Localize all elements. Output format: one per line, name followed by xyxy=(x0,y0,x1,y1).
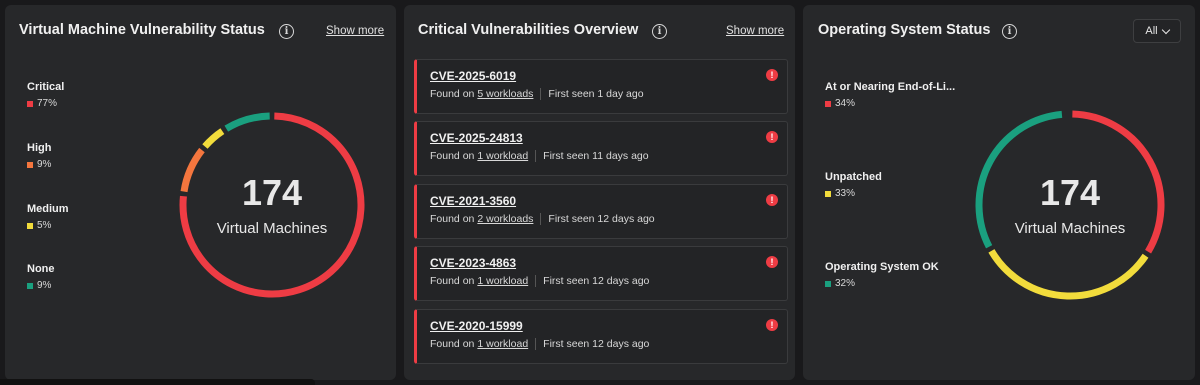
cve-card[interactable]: CVE-2021-3560 Found on 2 workloads First se… xyxy=(414,184,788,239)
workloads-link[interactable]: 1 workload xyxy=(477,275,528,287)
os-count: 174 xyxy=(1039,171,1101,213)
workloads-link[interactable]: 1 workload xyxy=(477,150,528,162)
workloads-link[interactable]: 2 workloads xyxy=(477,213,533,225)
legend-item-high: High 9% xyxy=(27,142,51,170)
legend-name: Critical xyxy=(27,81,65,93)
legend-name: Unpatched xyxy=(825,171,882,183)
found-on-label: Found on xyxy=(430,275,475,287)
cve-show-more-link[interactable]: Show more xyxy=(726,25,784,37)
vm-count-label: Virtual Machines xyxy=(216,219,328,237)
critical-vulnerabilities-panel: Critical Vulnerabilities Overview i Show… xyxy=(404,5,795,380)
vm-panel-title: Virtual Machine Vulnerability Status xyxy=(19,22,265,38)
found-on-label: Found on xyxy=(430,338,475,350)
alert-icon: ! xyxy=(766,131,778,143)
found-on-label: Found on xyxy=(430,213,475,225)
cve-card[interactable]: CVE-2023-4863 Found on 1 workload First see… xyxy=(414,246,788,301)
legend-swatch xyxy=(825,190,831,197)
workloads-link[interactable]: 5 workloads xyxy=(477,88,533,100)
separator xyxy=(535,150,537,162)
cve-card[interactable]: CVE-2020-15999 Found on 1 workload First se… xyxy=(414,309,788,364)
cve-meta: Found on 1 workload First seen 11 days ago xyxy=(430,150,649,162)
cve-id-link[interactable]: CVE-2023-4863 xyxy=(430,256,516,270)
os-donut-chart: 174 Virtual Machines xyxy=(971,106,1169,304)
cve-meta: Found on 5 workloads First seen 1 day ago xyxy=(430,88,644,100)
legend-value: 33% xyxy=(835,188,856,199)
legend-value: 34% xyxy=(835,98,856,109)
first-seen: First seen 12 days ago xyxy=(548,213,655,225)
legend-item-os-ok: Operating System OK 32% xyxy=(825,261,939,289)
cve-id-link[interactable]: CVE-2025-6019 xyxy=(430,69,516,83)
found-on-label: Found on xyxy=(430,150,475,162)
separator xyxy=(540,88,542,100)
vm-vulnerability-panel: Virtual Machine Vulnerability Status i S… xyxy=(5,5,396,380)
info-icon[interactable]: i xyxy=(1002,24,1017,39)
legend-value: 77% xyxy=(37,98,58,109)
cve-meta: Found on 2 workloads First seen 12 days ag… xyxy=(430,213,655,225)
legend-swatch xyxy=(27,161,33,168)
cve-id-link[interactable]: CVE-2025-24813 xyxy=(430,131,523,145)
cve-panel-title: Critical Vulnerabilities Overview xyxy=(418,22,639,38)
workloads-link[interactable]: 1 workload xyxy=(477,338,528,350)
first-seen: First seen 12 days ago xyxy=(543,275,650,287)
first-seen: First seen 12 days ago xyxy=(543,338,650,350)
legend-name: Medium xyxy=(27,203,69,215)
vm-count: 174 xyxy=(241,171,303,213)
legend-value: 9% xyxy=(37,159,52,170)
vm-show-more-link[interactable]: Show more xyxy=(326,25,384,37)
found-on-label: Found on xyxy=(430,88,475,100)
separator xyxy=(540,213,542,225)
os-filter-dropdown[interactable]: All xyxy=(1133,19,1181,43)
info-icon[interactable]: i xyxy=(652,24,667,39)
alert-icon: ! xyxy=(766,256,778,268)
legend-item-unpatched: Unpatched 33% xyxy=(825,171,882,199)
legend-swatch xyxy=(27,282,33,289)
alert-icon: ! xyxy=(766,194,778,206)
cve-meta: Found on 1 workload First seen 12 days ago xyxy=(430,338,649,350)
browser-status-bar xyxy=(0,379,315,385)
vm-donut-chart: 174 Virtual Machines xyxy=(175,108,369,302)
first-seen: First seen 1 day ago xyxy=(548,88,644,100)
separator xyxy=(535,275,537,287)
legend-swatch xyxy=(27,100,33,107)
legend-swatch xyxy=(825,280,831,287)
legend-name: High xyxy=(27,142,52,154)
legend-name: At or Nearing End-of-Li... xyxy=(825,81,956,93)
os-status-panel: Operating System Status i All At or Near… xyxy=(803,5,1195,380)
legend-swatch xyxy=(27,222,33,229)
alert-icon: ! xyxy=(766,319,778,331)
cve-meta: Found on 1 workload First seen 12 days ago xyxy=(430,275,649,287)
legend-value: 5% xyxy=(37,220,52,231)
alert-icon: ! xyxy=(766,69,778,81)
legend-value: 32% xyxy=(835,278,856,289)
cve-id-link[interactable]: CVE-2021-3560 xyxy=(430,194,516,208)
os-count-label: Virtual Machines xyxy=(1014,219,1126,237)
first-seen: First seen 11 days ago xyxy=(543,150,649,162)
cve-id-link[interactable]: CVE-2020-15999 xyxy=(430,319,523,333)
legend-item-critical: Critical 77% xyxy=(27,81,64,109)
chevron-down-icon xyxy=(1161,25,1170,34)
legend-name: Operating System OK xyxy=(825,261,939,273)
legend-name: None xyxy=(27,263,55,275)
legend-item-medium: Medium 5% xyxy=(27,203,69,231)
legend-swatch xyxy=(825,100,831,107)
legend-value: 9% xyxy=(37,280,52,291)
separator xyxy=(535,338,537,350)
cve-card[interactable]: CVE-2025-6019 Found on 5 workloads First se… xyxy=(414,59,788,114)
filter-value: All xyxy=(1145,25,1158,37)
os-panel-title: Operating System Status xyxy=(818,22,991,38)
info-icon[interactable]: i xyxy=(279,24,294,39)
legend-item-eol: At or Nearing End-of-Li... 34% xyxy=(825,81,955,109)
cve-card[interactable]: CVE-2025-24813 Found on 1 workload First se… xyxy=(414,121,788,176)
legend-item-none: None 9% xyxy=(27,263,55,291)
